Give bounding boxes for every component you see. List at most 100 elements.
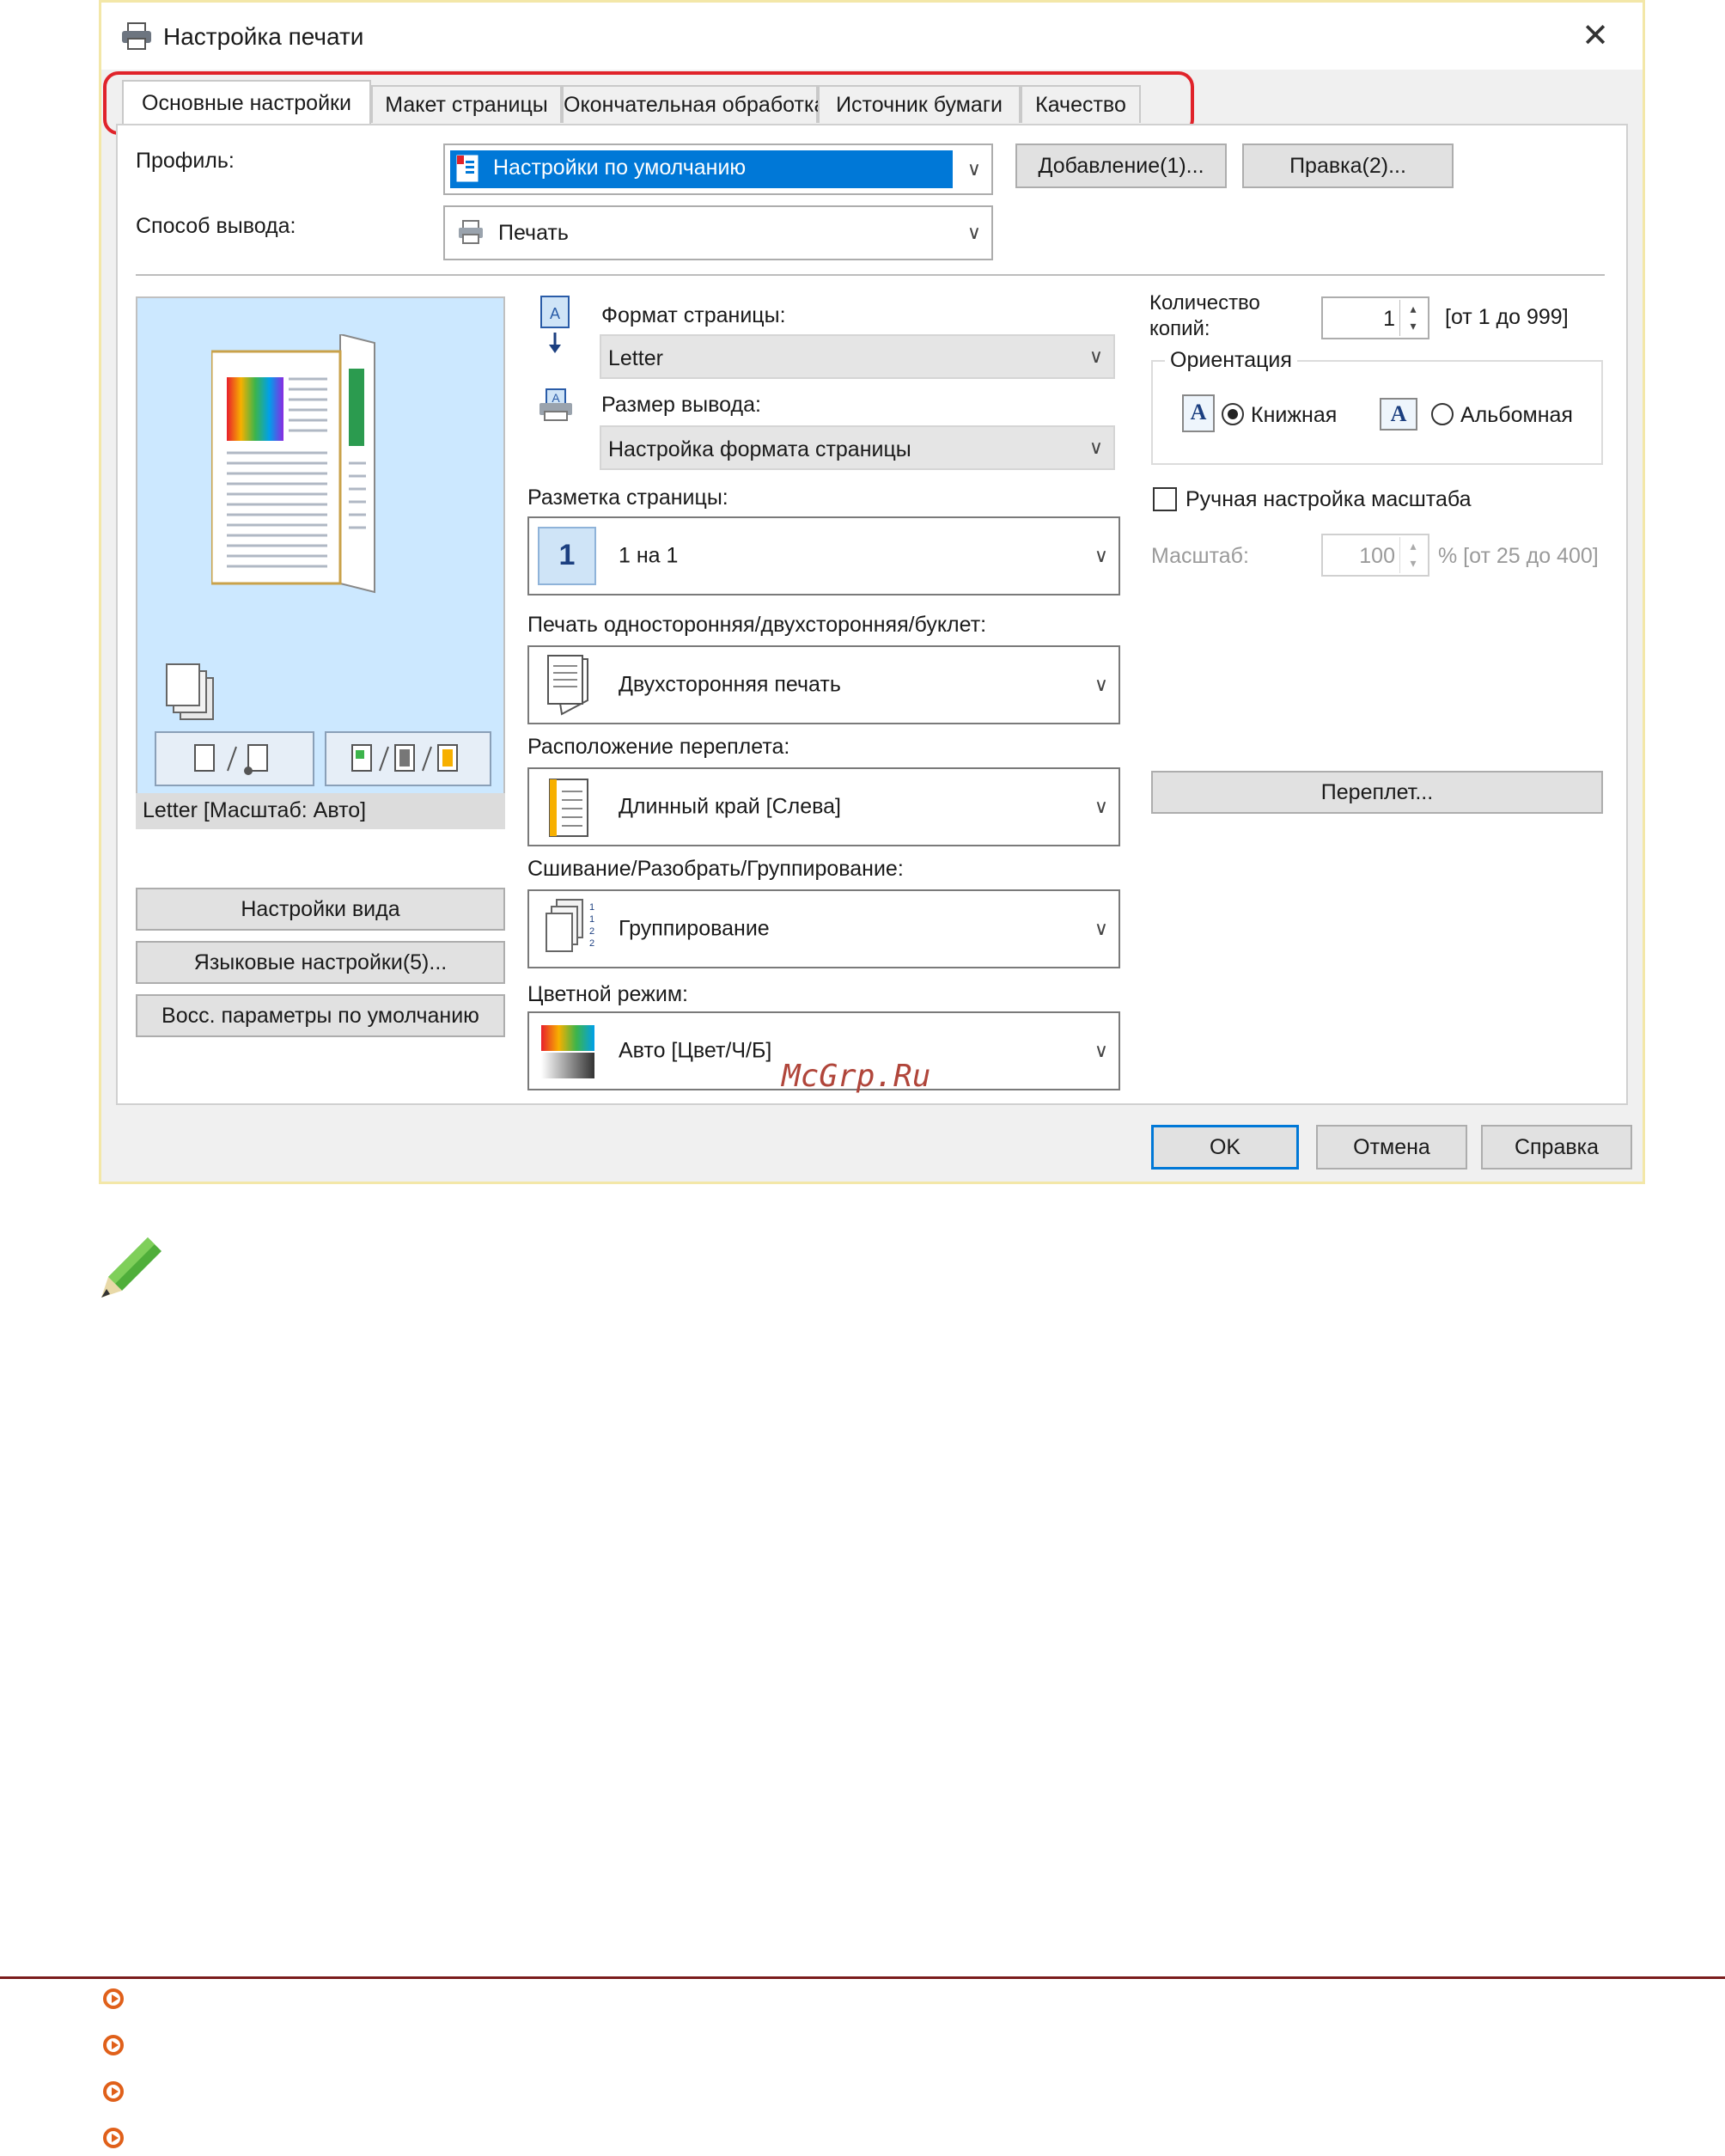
duplex-icon (538, 652, 598, 719)
copies-range: [от 1 до 999] (1445, 305, 1569, 329)
page-size-select[interactable]: Letter ∨ (600, 334, 1115, 379)
svg-text:A: A (552, 391, 560, 405)
profile-value: Настройки по умолчанию (493, 156, 747, 180)
preview-caption: Letter [Масштаб: Авто] (136, 793, 505, 829)
print-settings-dialog: Настройка печати ✕ Основные настройки Ма… (99, 0, 1645, 1184)
view-mode-color-button[interactable] (325, 731, 491, 786)
output-method-select[interactable]: Печать ∨ (443, 205, 993, 260)
orientation-label: Ориентация (1165, 348, 1297, 373)
collate-value: Группирование (619, 916, 770, 941)
page-view-icon (194, 744, 268, 775)
chevron-down-icon: ∨ (1094, 1040, 1108, 1061)
binding-left-icon (538, 774, 598, 841)
svg-text:1: 1 (589, 914, 594, 925)
duplex-value: Двухсторонняя печать (619, 672, 841, 697)
page-size-label: Формат страницы: (601, 303, 786, 327)
output-size-icon: A (538, 388, 574, 422)
duplex-label: Печать односторонняя/двухсторонняя/букле… (527, 613, 987, 637)
spin-arrows-icon[interactable]: ▴ ▾ (1399, 537, 1426, 573)
svg-text:A: A (550, 305, 560, 322)
output-size-select[interactable]: Настройка формата страницы ∨ (600, 425, 1115, 470)
portrait-radio[interactable] (1222, 403, 1244, 425)
ok-button[interactable]: OK (1151, 1125, 1299, 1170)
binding-location-label: Расположение переплета: (527, 735, 790, 759)
add-profile-button[interactable]: Добавление(1)... (1015, 144, 1227, 188)
chevron-down-icon: ∨ (1088, 345, 1103, 367)
portrait-icon: A (1182, 394, 1215, 432)
spin-arrows-icon[interactable]: ▴ ▾ (1399, 300, 1426, 336)
printer-icon (120, 21, 153, 51)
svg-text:1: 1 (589, 902, 594, 913)
scale-stepper[interactable]: 100 ▴ ▾ (1321, 534, 1429, 577)
link-bullet-icon[interactable] (103, 1988, 124, 2009)
close-icon[interactable]: ✕ (1574, 15, 1617, 58)
scale-label: Масштаб: (1151, 544, 1249, 568)
color-mode-icon (538, 1018, 598, 1085)
manual-scale-label: Ручная настройка масштаба (1186, 487, 1472, 511)
group-icon: 1 1 2 2 (538, 896, 598, 963)
binding-button[interactable]: Переплет... (1151, 771, 1603, 814)
landscape-icon: A (1380, 398, 1417, 431)
copies-value: 1 (1383, 307, 1395, 331)
duplex-select[interactable]: Двухсторонняя печать ∨ (527, 645, 1120, 724)
page-size-value: Letter (608, 346, 663, 370)
link-bullet-icon[interactable] (103, 2128, 124, 2148)
chevron-down-icon: ∨ (1094, 674, 1108, 695)
color-view-icon (351, 744, 458, 772)
collate-select[interactable]: 1 1 2 2 Группирование ∨ (527, 889, 1120, 968)
chevron-down-icon: ∨ (1094, 796, 1108, 817)
language-settings-button[interactable]: Языковые настройки(5)... (136, 941, 505, 984)
chevron-down-icon: ∨ (1094, 545, 1108, 566)
color-mode-label: Цветной режим: (527, 982, 688, 1006)
manual-scale-checkbox[interactable] (1153, 487, 1177, 511)
page-layout-value: 1 на 1 (619, 543, 679, 568)
output-size-value: Настройка формата страницы (608, 437, 911, 461)
chevron-down-icon: ∨ (1094, 918, 1108, 939)
footer-divider (0, 1976, 1725, 1979)
page-layout-select[interactable]: 1 1 на 1 ∨ (527, 516, 1120, 595)
layout-1up-icon: 1 (538, 527, 596, 585)
profile-select[interactable]: Настройки по умолчанию ∨ (443, 144, 993, 195)
color-mode-value: Авто [Цвет/Ч/Б] (619, 1038, 772, 1063)
watermark: McGrp.Ru (782, 1059, 931, 1094)
dialog-title: Настройка печати (163, 23, 364, 50)
collate-label: Сшивание/Разобрать/Группирование: (527, 857, 904, 881)
binding-location-select[interactable]: Длинный край [Слева] ∨ (527, 767, 1120, 846)
copies-stack-icon (163, 663, 218, 723)
copies-label-line2: копий: (1149, 317, 1210, 340)
scale-range: % [от 25 до 400] (1438, 544, 1599, 568)
profile-selected-highlight: Настройки по умолчанию (450, 150, 953, 188)
output-method-value: Печать (498, 221, 569, 245)
page-size-icon: A (538, 295, 572, 357)
profile-icon (455, 154, 479, 183)
link-bullet-icon[interactable] (103, 2035, 124, 2055)
svg-text:2: 2 (589, 926, 594, 937)
separator (136, 274, 1605, 276)
pencil-icon (96, 1234, 165, 1303)
title-bar: Настройка печати ✕ (101, 3, 1643, 70)
preview-area (136, 296, 505, 829)
binding-location-value: Длинный край [Слева] (619, 794, 841, 819)
chevron-down-icon: ∨ (966, 158, 981, 180)
output-size-label: Размер вывода: (601, 393, 761, 417)
edit-profile-button[interactable]: Правка(2)... (1242, 144, 1454, 188)
page-layout-label: Разметка страницы: (527, 486, 728, 510)
help-button[interactable]: Справка (1481, 1125, 1632, 1170)
view-mode-page-button[interactable] (155, 731, 314, 786)
copies-label-line1: Количество (1149, 291, 1260, 315)
chevron-down-icon: ∨ (966, 222, 981, 243)
page-preview-icon (210, 333, 383, 609)
cancel-button[interactable]: Отмена (1316, 1125, 1467, 1170)
landscape-label: Альбомная (1460, 403, 1573, 427)
landscape-radio[interactable] (1431, 403, 1454, 425)
link-bullet-icon[interactable] (103, 2081, 124, 2102)
portrait-label: Книжная (1251, 403, 1338, 427)
view-settings-button[interactable]: Настройки вида (136, 888, 505, 931)
copies-stepper[interactable]: 1 ▴ ▾ (1321, 296, 1429, 339)
printer-small-icon (457, 219, 485, 245)
profile-label: Профиль: (136, 149, 235, 173)
scale-value: 100 (1359, 544, 1395, 568)
svg-text:2: 2 (589, 938, 594, 949)
chevron-down-icon: ∨ (1088, 437, 1103, 458)
restore-defaults-button[interactable]: Восс. параметры по умолчанию (136, 994, 505, 1037)
